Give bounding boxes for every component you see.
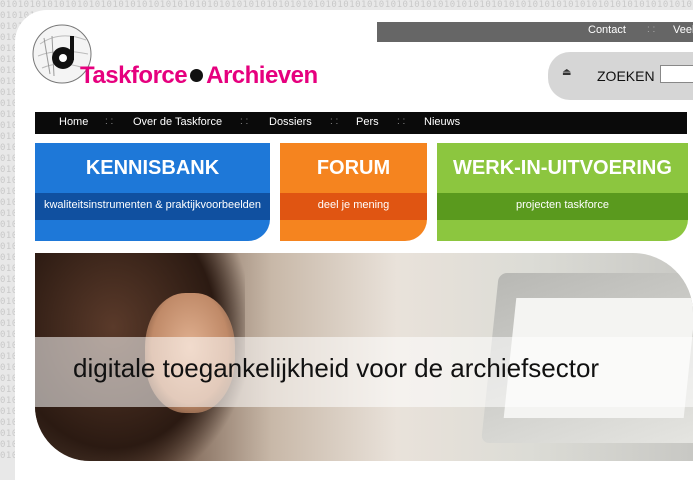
nav-separator: : :: [330, 116, 339, 127]
site-logo-wordmark[interactable]: Taskforce Archieven: [80, 62, 318, 90]
nav-separator: : :: [105, 116, 114, 127]
werk-in-uitvoering-title: WERK-IN-UITVOERING: [453, 157, 672, 179]
main-navigation: Home : : Over de Taskforce : : Dossiers …: [35, 112, 687, 134]
contact-link[interactable]: Contact: [588, 24, 626, 36]
hero-banner: digitale toegankelijkheid voor de archie…: [35, 253, 693, 461]
nav-home[interactable]: Home: [59, 116, 88, 128]
nav-over-de-taskforce[interactable]: Over de Taskforce: [133, 116, 222, 128]
logo-archieven: Archieven: [206, 62, 318, 89]
search-panel: ⏏ ZOEKEN: [548, 52, 693, 100]
werk-in-uitvoering-box[interactable]: WERK-IN-UITVOERING projecten taskforce: [437, 143, 688, 241]
hero-tagline: digitale toegankelijkheid voor de archie…: [73, 353, 600, 383]
utility-bar: Contact : : Veel: [377, 22, 693, 42]
logo-taskforce: Taskforce: [80, 62, 188, 89]
search-input[interactable]: [660, 65, 693, 83]
logo-dot-icon: [190, 69, 204, 82]
nav-pers[interactable]: Pers: [356, 116, 379, 128]
nav-nieuws[interactable]: Nieuws: [424, 116, 460, 128]
search-label: ZOEKEN: [597, 68, 655, 84]
nav-dossiers[interactable]: Dossiers: [269, 116, 312, 128]
veel-link[interactable]: Veel: [673, 24, 693, 36]
kennisbank-title: KENNISBANK: [85, 157, 220, 179]
forum-box[interactable]: FORUM deel je mening: [280, 143, 427, 241]
eject-icon[interactable]: ⏏: [562, 67, 571, 78]
kennisbank-box[interactable]: KENNISBANK kwaliteitsinstrumenten & prak…: [35, 143, 270, 241]
werk-in-uitvoering-subtitle: projecten taskforce: [516, 199, 609, 211]
nav-separator: : :: [240, 116, 249, 127]
forum-title: FORUM: [316, 157, 391, 179]
nav-separator: : :: [397, 116, 406, 127]
forum-subtitle: deel je mening: [317, 199, 390, 211]
topbar-separator: : :: [647, 24, 656, 35]
kennisbank-subtitle: kwaliteitsinstrumenten & praktijkvoorbee…: [43, 199, 262, 211]
